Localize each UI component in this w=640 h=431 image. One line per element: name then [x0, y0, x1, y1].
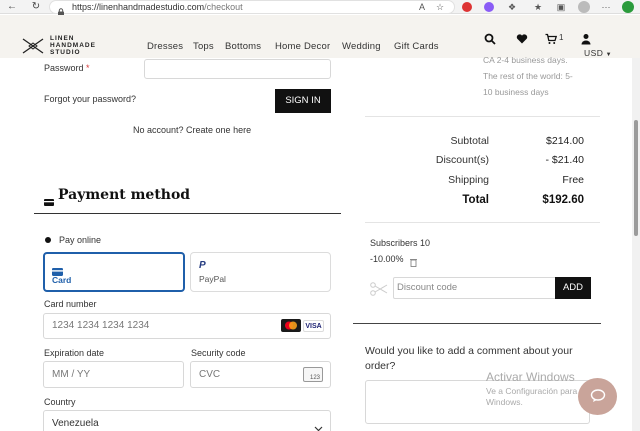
- nav-home-decor[interactable]: Home Decor: [275, 41, 330, 52]
- summary-subtotal-value: $214.00: [546, 135, 584, 147]
- scrollbar-thumb[interactable]: [634, 120, 638, 236]
- profile-avatar[interactable]: [578, 1, 590, 13]
- tab-card-label: Card: [52, 275, 72, 285]
- paypal-icon: P: [199, 260, 206, 271]
- divider: [365, 222, 600, 223]
- discount-code-input[interactable]: Discount code: [393, 277, 556, 299]
- card-number-label: Card number: [44, 299, 97, 309]
- card-icon: [52, 263, 63, 276]
- password-label: Password *: [44, 63, 90, 73]
- expiration-label: Expiration date: [44, 348, 105, 358]
- forgot-password-link[interactable]: Forgot your password?: [44, 94, 136, 104]
- applied-discount-name: Subscribers 10: [370, 238, 431, 248]
- expiration-input[interactable]: MM / YY: [43, 361, 184, 388]
- extensions-puzzle-icon[interactable]: ❖: [506, 1, 518, 13]
- refresh-icon[interactable]: ↻: [29, 0, 43, 14]
- user-icon[interactable]: [580, 32, 592, 45]
- pay-online-radio[interactable]: [45, 237, 51, 243]
- tab-paypal-label: PayPal: [199, 274, 226, 284]
- required-mark: *: [86, 63, 90, 73]
- cart-count-badge: 1: [559, 33, 564, 42]
- extension-icon[interactable]: [462, 2, 472, 12]
- logo-text-line[interactable]: HANDMADE: [50, 42, 96, 49]
- expiration-placeholder: MM / YY: [52, 369, 91, 380]
- logo-mark-icon[interactable]: [22, 37, 44, 55]
- card-icon: [44, 193, 54, 206]
- chat-button[interactable]: [578, 378, 617, 415]
- nav-wedding[interactable]: Wedding: [342, 41, 381, 52]
- security-code-placeholder: CVC: [199, 369, 221, 380]
- url-base: https://linenhandmadestudio.com: [72, 2, 205, 12]
- divider: [365, 116, 600, 117]
- lock-icon[interactable]: [57, 3, 65, 16]
- divider: [34, 213, 341, 214]
- applied-discount-value: -10.00%: [370, 254, 404, 264]
- chat-bubble-icon: [590, 389, 606, 403]
- divider: [353, 323, 601, 324]
- payment-method-title: Payment method: [58, 187, 191, 203]
- nav-dresses[interactable]: Dresses: [147, 41, 183, 52]
- shipping-note-line: CA 2-4 business days.: [483, 55, 568, 65]
- scissors-icon: [370, 282, 388, 296]
- country-label: Country: [44, 397, 76, 407]
- logo-text-line[interactable]: LINEN: [50, 35, 75, 42]
- summary-subtotal-label: Subtotal: [450, 135, 489, 147]
- address-bar[interactable]: https://linenhandmadestudio.com/checkout: [49, 0, 455, 14]
- summary-shipping-value: Free: [562, 174, 584, 186]
- visa-icon: VISA: [303, 320, 324, 332]
- back-icon[interactable]: ←: [5, 0, 19, 14]
- favorite-star-icon[interactable]: ☆: [434, 1, 446, 13]
- pay-online-label: Pay online: [59, 235, 102, 245]
- copilot-icon[interactable]: [622, 1, 634, 13]
- create-account-link[interactable]: No account? Create one here: [133, 125, 251, 135]
- more-menu-icon[interactable]: ···: [600, 1, 612, 13]
- logo-text-line[interactable]: STUDIO: [50, 49, 81, 56]
- nav-tops[interactable]: Tops: [193, 41, 214, 52]
- password-label-text: Password: [44, 63, 84, 73]
- nav-gift-cards[interactable]: Gift Cards: [394, 41, 439, 52]
- shipping-note-line: The rest of the world: 5-: [483, 71, 573, 81]
- cvc-card-icon: 123: [303, 367, 323, 382]
- extension-icon[interactable]: [484, 2, 494, 12]
- country-select[interactable]: Venezuela: [43, 410, 331, 431]
- country-value: Venezuela: [52, 418, 99, 429]
- url-path: /checkout: [204, 2, 243, 12]
- chevron-down-icon: [314, 419, 323, 431]
- summary-total-label: Total: [462, 194, 489, 206]
- chevron-down-icon: ▼: [603, 52, 613, 58]
- cvc-icon-text: 123: [309, 375, 320, 381]
- summary-discount-label: Discount(s): [435, 154, 489, 166]
- scrollbar[interactable]: [632, 58, 640, 431]
- card-number-placeholder: 1234 1234 1234 1234: [52, 320, 150, 331]
- summary-shipping-label: Shipping: [448, 174, 489, 186]
- password-field[interactable]: [144, 59, 331, 79]
- tab-paypal[interactable]: P PayPal: [190, 252, 331, 292]
- trash-icon[interactable]: [410, 254, 417, 267]
- currency-label: USD: [584, 48, 604, 58]
- currency-selector[interactable]: USD ▼: [584, 48, 612, 58]
- collections-icon[interactable]: ▣: [555, 1, 567, 13]
- nav-bottoms[interactable]: Bottoms: [225, 41, 261, 52]
- read-aloud-icon[interactable]: A: [416, 1, 428, 13]
- windows-activation-title: Activar Windows: [486, 370, 575, 384]
- add-discount-button[interactable]: ADD: [555, 277, 591, 299]
- sign-in-button[interactable]: SIGN IN: [275, 89, 331, 113]
- mastercard-icon: [281, 319, 301, 332]
- discount-code-placeholder: Discount code: [397, 282, 458, 293]
- security-code-label: Security code: [191, 348, 246, 358]
- tab-card[interactable]: Card: [43, 252, 185, 292]
- summary-total-value: $192.60: [542, 194, 584, 206]
- cart-icon[interactable]: [545, 32, 558, 44]
- search-icon[interactable]: [484, 32, 496, 45]
- summary-discount-value: - $21.40: [545, 154, 584, 166]
- favorites-icon[interactable]: ★: [532, 1, 544, 13]
- shipping-note-line: 10 business days: [483, 87, 549, 97]
- heart-icon[interactable]: [516, 32, 528, 44]
